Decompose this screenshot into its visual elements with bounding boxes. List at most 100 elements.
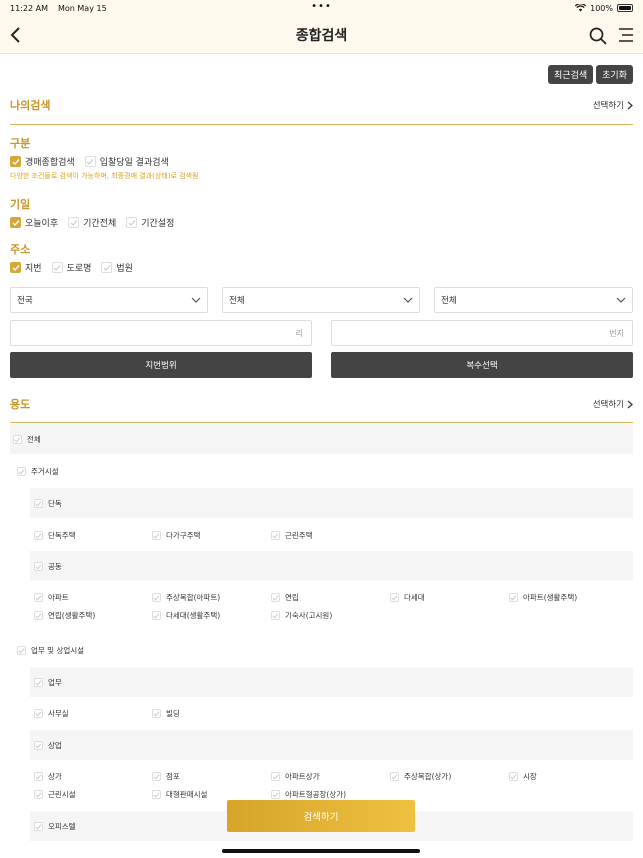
tree-leaf[interactable]: 다세대	[390, 592, 425, 603]
checkbox[interactable]	[68, 217, 80, 228]
tree-item-shop[interactable]: 상업	[34, 740, 62, 751]
category-note: 다양한 조건들로 검색이 가능하며, 최종경매 결과(상태)로 검색됨	[10, 172, 199, 180]
checkbox[interactable]	[152, 709, 161, 718]
tree-leaf[interactable]: 근린시설	[34, 789, 76, 800]
tree-leaf[interactable]: 대형판매시설	[152, 789, 207, 800]
multi-select-button[interactable]: 복수선택	[331, 352, 633, 378]
page-title: 종합검색	[295, 27, 348, 44]
checkbox[interactable]	[271, 593, 280, 602]
tree-leaf[interactable]: 연립(생활주택)	[34, 610, 95, 621]
checkbox[interactable]	[152, 593, 161, 602]
tree-row-bg	[10, 424, 633, 454]
tree-item-single[interactable]: 단독	[34, 498, 62, 509]
checkbox[interactable]	[17, 646, 26, 655]
checkbox[interactable]	[34, 709, 43, 718]
lot-range-button[interactable]: 지번범위	[10, 352, 312, 378]
usage-select-link[interactable]: 선택하기	[593, 398, 633, 410]
wifi-icon	[575, 4, 587, 12]
tree-row-bg	[30, 551, 633, 581]
usage-tree: 전체 주거시설 단독 단독주택 다가구주택 근린주택 공동 아파트 주상복합(아…	[10, 424, 633, 844]
ri-input[interactable]: 리	[10, 320, 312, 346]
tree-leaf[interactable]: 빌딩	[152, 708, 180, 719]
checkbox[interactable]	[34, 790, 43, 799]
checkbox[interactable]	[17, 467, 26, 476]
back-arrow-icon[interactable]	[8, 25, 24, 45]
checkbox[interactable]	[271, 790, 280, 799]
tree-item-commercial[interactable]: 업무 및 상업시설	[17, 645, 84, 656]
tree-leaf[interactable]: 아파트상가	[271, 771, 320, 782]
tree-leaf[interactable]: 사무실	[34, 708, 69, 719]
address-option-court[interactable]: 법원	[101, 261, 133, 274]
reset-button[interactable]: 초기화	[596, 65, 633, 84]
tree-item-shared[interactable]: 공동	[34, 561, 62, 572]
tree-leaf[interactable]: 상가	[34, 771, 62, 782]
checkbox[interactable]	[51, 262, 63, 273]
period-option-custom[interactable]: 기간설정	[126, 216, 174, 229]
checkbox[interactable]	[34, 678, 43, 687]
tree-item-all[interactable]: 전체	[13, 434, 41, 445]
checkbox[interactable]	[152, 772, 161, 781]
tree-leaf[interactable]: 근린주택	[271, 530, 313, 541]
checkbox[interactable]	[101, 262, 113, 273]
checkbox[interactable]	[509, 593, 518, 602]
period-option-all[interactable]: 기간전체	[68, 216, 116, 229]
category-option-sameday[interactable]: 입찰당일 결과검색	[84, 155, 169, 168]
my-search-select-link[interactable]: 선택하기	[593, 99, 633, 111]
checkbox[interactable]	[10, 156, 21, 167]
checkbox[interactable]	[34, 499, 43, 508]
tree-leaf[interactable]: 다가구주택	[152, 530, 201, 541]
checkbox[interactable]	[34, 741, 43, 750]
category-option-auction[interactable]: 경매종합검색	[10, 155, 75, 168]
tree-leaf[interactable]: 단독주택	[34, 530, 76, 541]
checkbox[interactable]	[34, 822, 43, 831]
checkbox[interactable]	[152, 790, 161, 799]
district-select[interactable]: 전체	[434, 287, 633, 313]
tree-leaf[interactable]: 아파트(생활주택)	[509, 592, 577, 603]
tree-item-business[interactable]: 업무	[34, 677, 62, 688]
checkbox[interactable]	[34, 772, 43, 781]
tree-leaf[interactable]: 시장	[509, 771, 537, 782]
checkbox[interactable]	[152, 611, 161, 620]
period-option-after-today[interactable]: 오늘이후	[10, 216, 58, 229]
tree-leaf[interactable]: 연립	[271, 592, 299, 603]
checkbox[interactable]	[152, 531, 161, 540]
checkbox[interactable]	[271, 772, 280, 781]
checkbox[interactable]	[271, 531, 280, 540]
tree-item-officetel[interactable]: 오피스텔	[34, 821, 76, 832]
checkbox[interactable]	[34, 562, 43, 571]
search-icon[interactable]	[589, 27, 607, 45]
tree-leaf[interactable]: 주상복합(상가)	[390, 771, 451, 782]
city-select[interactable]: 전체	[222, 287, 420, 313]
checkbox[interactable]	[10, 217, 21, 228]
tree-leaf[interactable]: 다세대(생활주택)	[152, 610, 220, 621]
tree-leaf[interactable]: 주상복합(아파트)	[152, 592, 220, 603]
region-select[interactable]: 전국	[10, 287, 208, 313]
tree-leaf[interactable]: 점포	[152, 771, 180, 782]
checkbox[interactable]	[126, 217, 138, 228]
recent-search-button[interactable]: 최근검색	[548, 65, 594, 84]
checkbox[interactable]	[10, 262, 21, 273]
checkbox[interactable]	[390, 593, 399, 602]
checkbox[interactable]	[271, 611, 280, 620]
checkbox[interactable]	[390, 772, 399, 781]
chevron-down-icon	[191, 297, 201, 303]
checkbox[interactable]	[509, 772, 518, 781]
checkbox[interactable]	[34, 531, 43, 540]
tree-leaf[interactable]: 아파트형공장(상가)	[271, 789, 346, 800]
tree-leaf[interactable]: 아파트	[34, 592, 69, 603]
checkbox[interactable]	[34, 611, 43, 620]
multitask-dots[interactable]: •••	[311, 1, 332, 12]
lot-number-input[interactable]: 번지	[331, 320, 633, 346]
checkbox[interactable]	[34, 593, 43, 602]
tree-leaf[interactable]: 기숙사(고시원)	[271, 610, 332, 621]
tree-item-residential[interactable]: 주거시설	[17, 466, 59, 477]
hamburger-menu-icon[interactable]	[617, 27, 633, 43]
address-option-road[interactable]: 도로명	[51, 261, 91, 274]
checkbox[interactable]	[84, 156, 96, 167]
search-submit-button[interactable]: 검색하기	[227, 800, 415, 832]
battery-percent: 100%	[590, 3, 613, 13]
address-option-lot[interactable]: 지번	[10, 261, 42, 274]
usage-header: 용도 선택하기	[10, 396, 633, 412]
checkbox[interactable]	[13, 435, 22, 444]
home-indicator[interactable]	[222, 849, 420, 853]
